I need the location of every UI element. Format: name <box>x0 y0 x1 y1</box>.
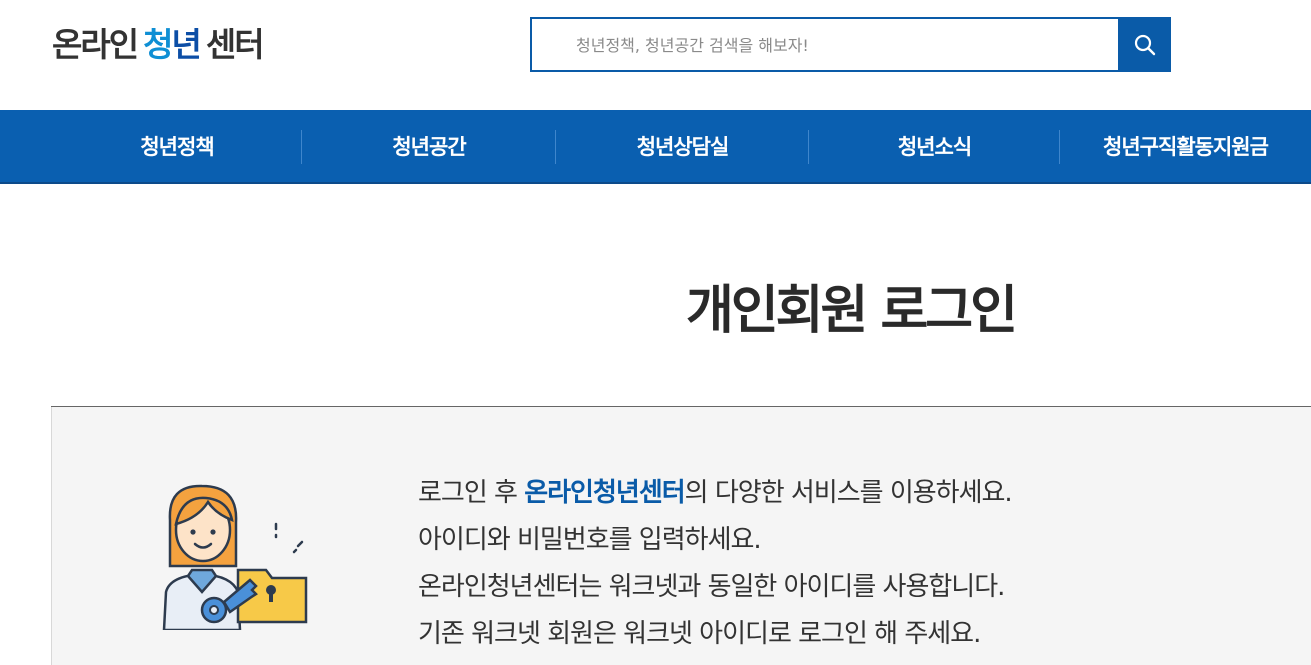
info-line-1: 로그인 후 온라인청년센터의 다양한 서비스를 이용하세요. <box>418 478 1013 508</box>
site-name-highlight: 온라인청년센터 <box>524 478 685 508</box>
main-nav: 청년정책 청년공간 청년상담실 청년소식 청년구직활동지원금 <box>0 110 1311 184</box>
nav-item-space[interactable]: 청년공간 <box>302 110 556 182</box>
search-box <box>530 17 1171 72</box>
nav-item-counseling[interactable]: 청년상담실 <box>556 110 809 182</box>
logo-text-online: 온라인 <box>52 25 139 64</box>
nav-item-news[interactable]: 청년소식 <box>809 110 1060 182</box>
search-icon <box>1134 34 1155 55</box>
logo-text-youth: 청년 <box>143 25 202 64</box>
search-input[interactable] <box>546 19 1148 72</box>
site-logo[interactable]: 온라인 청년 센터 <box>52 22 265 64</box>
page-title: 개인회원 로그인 <box>686 281 1018 341</box>
nav-item-job-support[interactable]: 청년구직활동지원금 <box>1060 110 1311 182</box>
info-line-4: 기존 워크넷 회원은 워크넷 아이디로 로그인 해 주세요. <box>418 619 981 649</box>
login-person-illustration <box>162 484 308 630</box>
nav-item-policy[interactable]: 청년정책 <box>52 110 302 182</box>
login-info-text: 로그인 후 온라인청년센터의 다양한 서비스를 이용하세요. 아이디와 비밀번호… <box>418 470 1013 658</box>
logo-text-center: 센터 <box>205 25 265 64</box>
info-line-2: 아이디와 비밀번호를 입력하세요. <box>418 525 762 555</box>
info-line-3: 온라인청년센터는 워크넷과 동일한 아이디를 사용합니다. <box>418 572 1005 602</box>
search-button[interactable] <box>1118 17 1171 72</box>
